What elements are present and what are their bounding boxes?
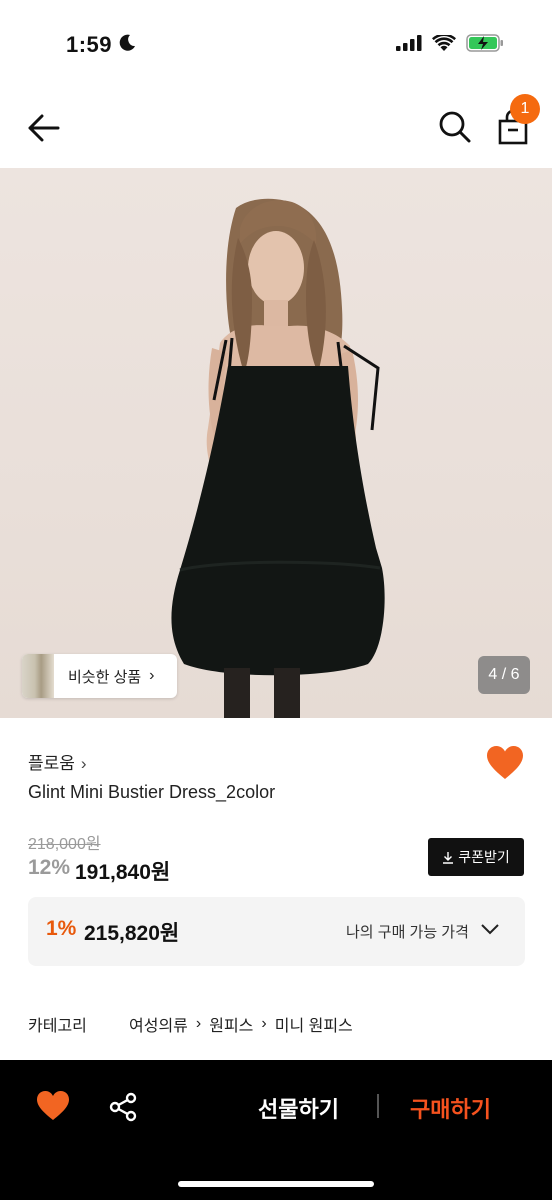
status-time: 1:59 [66,32,113,57]
wifi-icon [432,34,456,51]
coupon-download-button[interactable]: 쿠폰받기 [428,838,524,876]
category-row: 카테고리 여성의류 › 원피스 › 미니 원피스 [28,1012,353,1036]
status-bar: 1:59 [0,0,552,80]
moon-icon [119,34,135,51]
my-price-rate: 1% [46,917,77,940]
share-icon[interactable] [108,1092,138,1122]
my-price-value: 215,820원 [84,922,180,945]
my-price-box[interactable]: 1% 215,820원 나의 구매 가능 가격 [28,897,525,966]
chevron-down-icon [481,924,499,935]
chevron-right-icon: › [149,667,155,684]
category-crumb-1[interactable]: 여성의류 [129,1012,188,1036]
download-icon [443,851,454,864]
chevron-right-icon: › [195,1015,202,1032]
product-name: Glint Mini Bustier Dress_2color [28,782,276,802]
brand-link[interactable]: 플로움 › [28,749,87,774]
gift-button[interactable]: 선물하기 [258,1092,339,1124]
chevron-right-icon: › [261,1015,267,1032]
original-price: 218,000원 [28,836,101,853]
buy-button[interactable]: 구매하기 [410,1092,491,1124]
heart-icon[interactable] [486,745,524,781]
back-arrow-icon[interactable] [26,110,62,146]
similar-products-thumbnail [22,654,54,698]
product-image[interactable] [0,168,552,718]
divider [377,1094,379,1118]
cellular-signal-icon [396,35,422,51]
category-crumb-3[interactable]: 미니 원피스 [275,1012,353,1036]
brand-name: 플로움 [28,754,75,773]
coupon-label: 쿠폰받기 [458,849,510,865]
chevron-right-icon: › [80,754,87,773]
home-indicator [178,1181,374,1187]
my-price-label: 나의 구매 가능 가격 [346,924,469,941]
battery-charging-icon [466,34,503,52]
heart-icon[interactable] [36,1090,70,1122]
discount-rate: 12% [28,856,71,879]
category-title: 카테고리 [28,1018,87,1035]
image-page-indicator: 4 / 6 [478,656,530,694]
category-crumb-2[interactable]: 원피스 [209,1012,253,1036]
search-icon[interactable] [438,110,472,144]
status-icons [396,34,504,52]
similar-products-label: 비슷한 상품 [68,668,142,686]
sale-price: 191,840원 [75,861,171,884]
similar-products-button[interactable]: 비슷한 상품 › [22,654,177,698]
cart-count-badge: 1 [510,94,540,124]
model-photo [171,198,385,718]
nav-bar [0,88,552,168]
bottom-action-bar: 선물하기 구매하기 [0,1060,552,1200]
